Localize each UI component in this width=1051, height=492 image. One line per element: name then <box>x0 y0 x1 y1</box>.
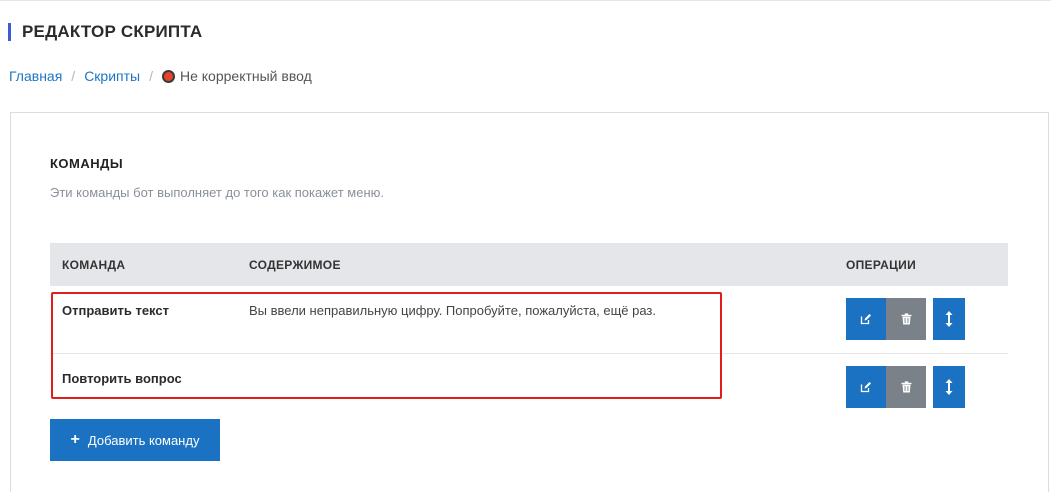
move-vertical-icon <box>945 379 953 395</box>
page-header: РЕДАКТОР СКРИПТА <box>8 22 202 42</box>
breadcrumb-current: Не корректный ввод <box>161 68 312 84</box>
delete-button[interactable] <box>886 298 926 340</box>
section-description: Эти команды бот выполняет до того как по… <box>50 185 384 200</box>
stop-icon <box>161 69 175 83</box>
edit-button[interactable] <box>846 366 886 408</box>
breadcrumb: Главная / Скрипты / Не корректный ввод <box>9 67 312 85</box>
edit-icon <box>860 382 871 393</box>
annotation-highlight-box <box>51 292 722 399</box>
title-accent-bar <box>8 23 11 41</box>
plus-icon: + <box>70 431 80 448</box>
move-button[interactable] <box>933 298 965 340</box>
top-divider <box>0 0 1051 1</box>
table-header: КОМАНДА СОДЕРЖИМОЕ ОПЕРАЦИИ <box>50 243 1008 286</box>
edit-icon <box>860 314 871 325</box>
column-header-content: СОДЕРЖИМОЕ <box>249 257 341 272</box>
trash-icon <box>901 313 911 325</box>
add-command-button[interactable]: + Добавить команду <box>50 419 220 461</box>
row-operations <box>846 298 965 340</box>
move-vertical-icon <box>945 311 953 327</box>
trash-icon <box>901 381 911 393</box>
breadcrumb-separator: / <box>149 68 153 84</box>
breadcrumb-scripts-link[interactable]: Скрипты <box>84 68 140 84</box>
row-operations <box>846 366 965 408</box>
section-title: КОМАНДЫ <box>50 156 124 171</box>
breadcrumb-separator: / <box>71 68 76 84</box>
edit-button[interactable] <box>846 298 886 340</box>
delete-button[interactable] <box>886 366 926 408</box>
breadcrumb-current-label: Не корректный ввод <box>179 68 312 84</box>
column-header-operations: ОПЕРАЦИИ <box>846 257 916 272</box>
column-header-command: КОМАНДА <box>62 257 126 272</box>
breadcrumb-home-link[interactable]: Главная <box>9 68 62 84</box>
add-command-label: Добавить команду <box>87 432 200 448</box>
page-title: РЕДАКТОР СКРИПТА <box>22 22 203 41</box>
move-button[interactable] <box>933 366 965 408</box>
